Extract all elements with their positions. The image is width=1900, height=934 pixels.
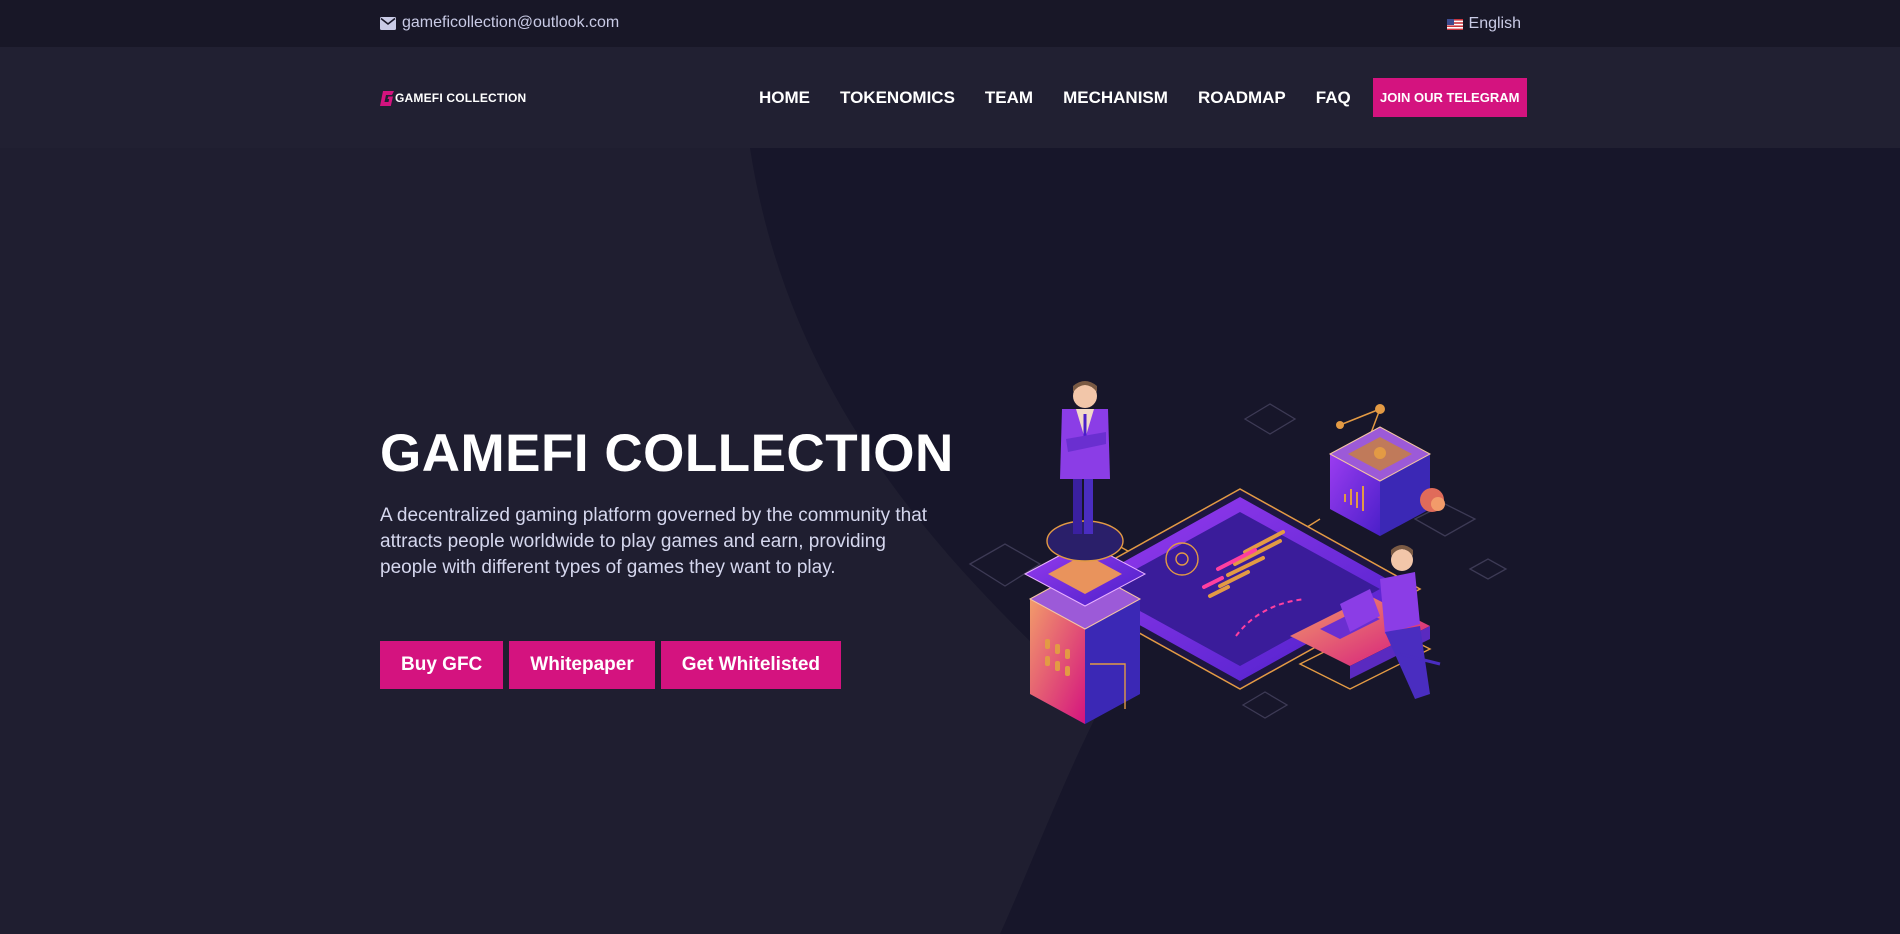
envelope-icon	[380, 16, 396, 30]
contact-email[interactable]: gameficollection@outlook.com	[380, 13, 619, 33]
nav-faq[interactable]: FAQ	[1316, 88, 1351, 108]
get-whitelisted-button[interactable]: Get Whitelisted	[660, 641, 842, 689]
email-text: gameficollection@outlook.com	[402, 14, 620, 31]
hero-background-curve	[750, 148, 1900, 934]
language-label: English	[1468, 15, 1521, 32]
nav-mechanism[interactable]: MECHANISM	[1063, 88, 1168, 108]
isometric-gaming-network-illustration	[968, 381, 1508, 724]
language-selector[interactable]: English	[1446, 14, 1521, 34]
buy-gfc-button[interactable]: Buy GFC	[380, 641, 504, 689]
main-navbar: GAMEFI COLLECTION HOME TOKENOMICS TEAM M…	[0, 47, 1900, 148]
left-server-tower	[1023, 541, 1147, 724]
hero-description: A decentralized gaming platform governed…	[380, 505, 928, 578]
right-sensor-cube	[1328, 404, 1445, 536]
primary-nav: HOME TOKENOMICS TEAM MECHANISM ROADMAP F…	[744, 47, 1527, 148]
whitepaper-button[interactable]: Whitepaper	[509, 641, 655, 689]
nav-team[interactable]: TEAM	[985, 88, 1033, 108]
top-bar: gameficollection@outlook.com English	[0, 0, 1900, 47]
us-flag-icon	[1446, 18, 1463, 30]
hero-section: GAMEFI COLLECTION A decentralized gaming…	[0, 148, 1900, 934]
standing-businessman	[1046, 381, 1124, 562]
join-telegram-button[interactable]: JOIN OUR TELEGRAM	[1372, 78, 1527, 117]
nav-tokenomics[interactable]: TOKENOMICS	[840, 88, 955, 108]
hero-title: GAMEFI COLLECTION	[380, 424, 954, 483]
hero-button-group: Buy GFC Whitepaper Get Whitelisted	[380, 641, 842, 689]
logo-text: GAMEFI COLLECTION	[395, 91, 527, 105]
nav-roadmap[interactable]: ROADMAP	[1198, 88, 1286, 108]
site-logo[interactable]: GAMEFI COLLECTION	[380, 89, 526, 107]
nav-home[interactable]: HOME	[759, 88, 810, 108]
g-logo-icon	[380, 90, 394, 106]
